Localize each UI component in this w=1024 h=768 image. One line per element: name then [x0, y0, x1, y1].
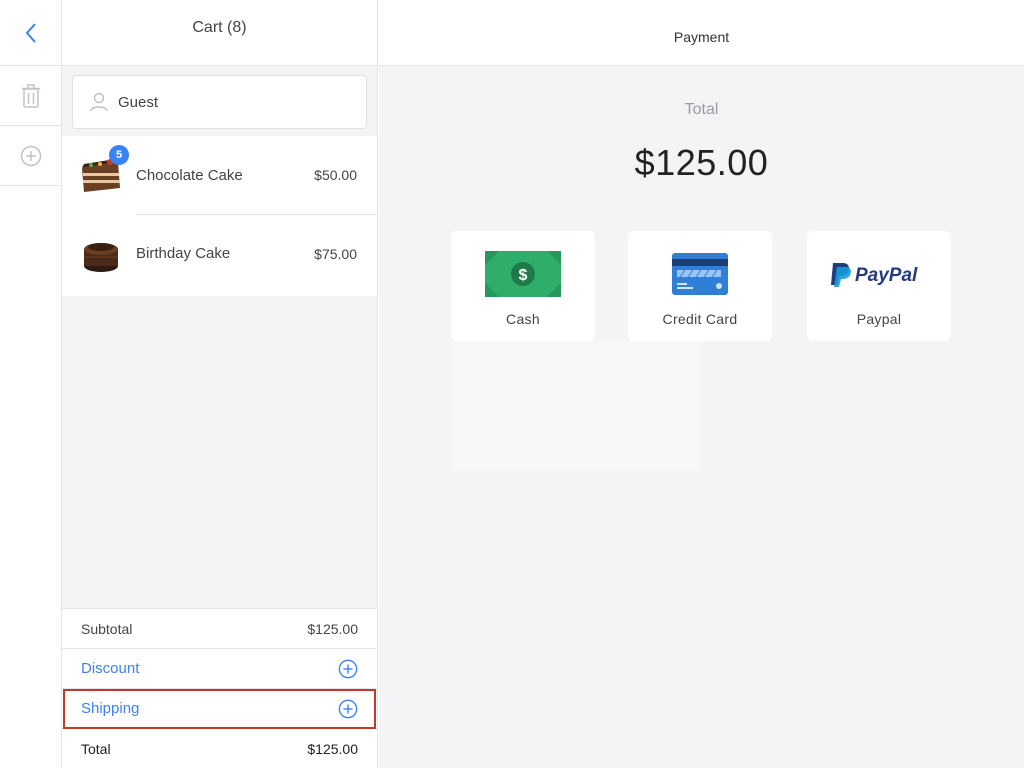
back-button[interactable] — [0, 0, 61, 66]
trash-icon — [21, 83, 40, 108]
cart-panel: Cart (8) Guest 5 Chocolate Cake $50.00 B… — [62, 0, 378, 768]
payment-total-amount: $125.00 — [634, 142, 769, 183]
credit-card-icon — [672, 253, 728, 295]
cash-method-button[interactable]: $ Cash — [451, 231, 595, 341]
item-name: Chocolate Cake — [136, 166, 243, 184]
payment-total-label: Total — [684, 101, 719, 118]
subtotal-row: Subtotal $125.00 — [62, 609, 377, 649]
item-name: Birthday Cake — [136, 245, 231, 262]
total-row: Total $125.00 — [62, 729, 377, 768]
delete-button[interactable] — [0, 66, 61, 126]
chocolate-cake-image: 5 — [80, 145, 129, 196]
birthday-cake-image — [80, 233, 122, 275]
customer-name: Guest — [118, 93, 159, 111]
shipping-label: Shipping — [81, 700, 140, 717]
cart-item[interactable]: 5 Chocolate Cake $50.00 — [62, 136, 377, 214]
item-price: $50.00 — [314, 167, 357, 183]
paypal-method-button[interactable]: PayPal Paypal — [807, 231, 951, 341]
add-discount-icon[interactable] — [338, 659, 358, 679]
payment-methods: $ Cash Credit Card PayPal Paypal — [451, 231, 951, 341]
shipping-row[interactable]: Shipping — [62, 689, 377, 729]
empty-area — [451, 341, 701, 471]
add-shipping-icon[interactable] — [338, 699, 358, 719]
total-label: Total — [81, 741, 111, 757]
pos-app: Cart (8) Guest 5 Chocolate Cake $50.00 B… — [0, 0, 1024, 768]
paypal-logo: PayPal — [831, 263, 918, 287]
cart-title: Cart (8) — [62, 0, 377, 66]
subtotal-label: Subtotal — [81, 620, 133, 637]
user-icon — [90, 92, 108, 112]
cash-label: Cash — [506, 311, 540, 327]
svg-text:$: $ — [519, 267, 528, 284]
payment-title: Payment — [379, 0, 1024, 66]
paypal-label: Paypal — [856, 311, 902, 327]
cart-item[interactable]: Birthday Cake $75.00 — [84, 214, 377, 292]
plus-circle-icon — [20, 145, 41, 166]
item-price: $75.00 — [314, 245, 357, 262]
credit-card-label: Credit Card — [662, 311, 738, 327]
discount-row[interactable]: Discount — [62, 649, 377, 689]
subtotal-value: $125.00 — [307, 620, 358, 637]
add-button[interactable] — [0, 126, 61, 186]
paypal-logo-text: PayPal — [855, 265, 918, 286]
discount-label: Discount — [81, 660, 140, 677]
payment-panel: Payment Total $125.00 $ Cash Credit Card… — [379, 0, 1024, 768]
left-rail — [0, 0, 62, 768]
cash-icon: $ — [485, 251, 561, 297]
credit-card-method-button[interactable]: Credit Card — [628, 231, 772, 341]
customer-selector[interactable]: Guest — [72, 75, 367, 129]
svg-text:PayPal: PayPal — [855, 265, 918, 286]
chevron-left-icon — [25, 22, 36, 43]
order-summary: Subtotal $125.00 Discount Shipping Total… — [62, 608, 377, 768]
cart-items: 5 Chocolate Cake $50.00 Birthday Cake $7 — [62, 136, 377, 296]
quantity-badge: 5 — [109, 145, 129, 165]
total-value: $125.00 — [307, 741, 358, 757]
